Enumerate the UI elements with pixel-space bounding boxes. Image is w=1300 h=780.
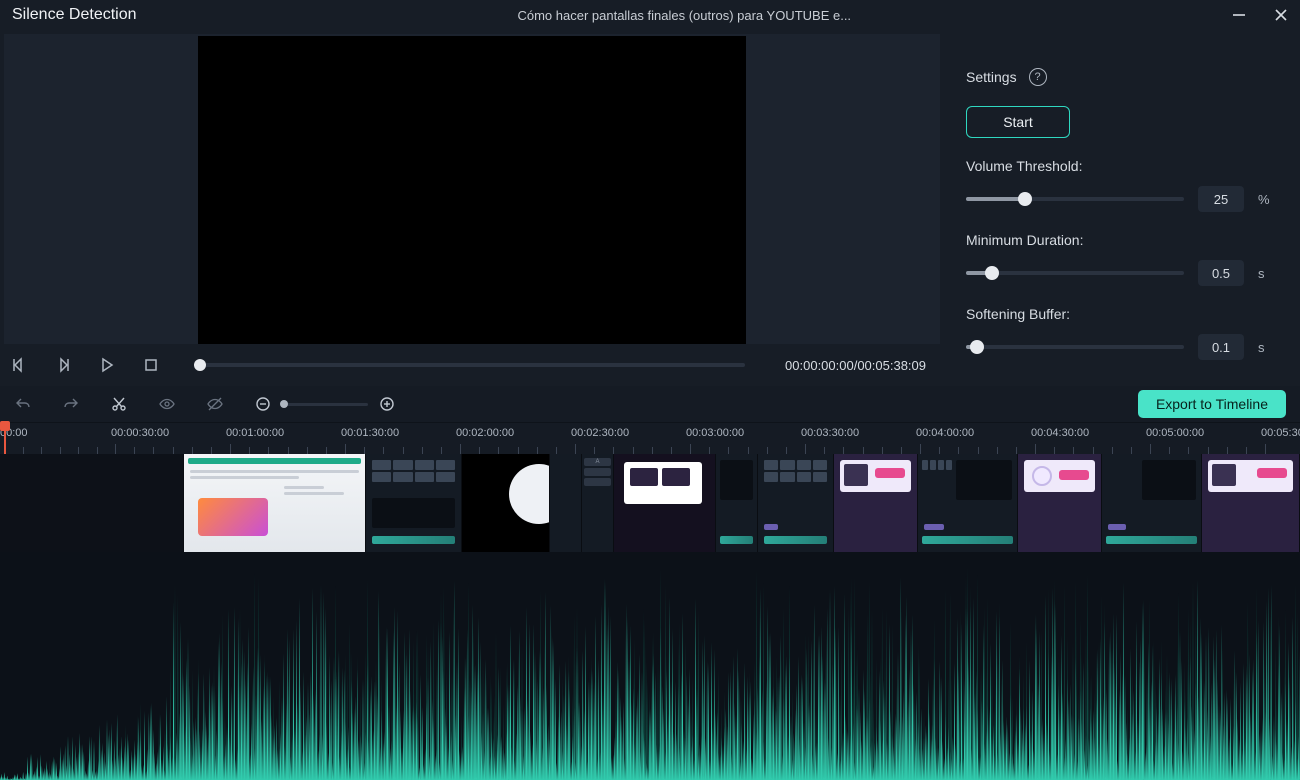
volume-threshold-slider[interactable]	[966, 197, 1184, 201]
undo-icon[interactable]	[14, 395, 32, 413]
playhead[interactable]	[4, 423, 6, 454]
audio-waveform[interactable]	[0, 552, 1300, 780]
settings-heading: Settings	[966, 69, 1017, 85]
ruler-label: 00:05:30:00	[1261, 427, 1300, 439]
ruler-label: 00:01:30:00	[341, 427, 399, 439]
clip-thumbnail[interactable]	[184, 454, 366, 552]
app-title: Silence Detection	[12, 6, 137, 24]
slider-thumb[interactable]	[1018, 192, 1032, 206]
hide-icon[interactable]	[206, 395, 224, 413]
minimum-duration-unit: s	[1258, 266, 1272, 281]
scrub-slider[interactable]	[200, 363, 745, 367]
minimize-button[interactable]	[1232, 8, 1246, 22]
clip-thumbnail[interactable]	[0, 454, 184, 552]
clip-thumbnail[interactable]: A	[582, 454, 614, 552]
clip-thumbnail[interactable]	[834, 454, 918, 552]
slider-thumb[interactable]	[985, 266, 999, 280]
help-icon[interactable]: ?	[1029, 68, 1047, 86]
zoom-thumb[interactable]	[280, 400, 288, 408]
start-button[interactable]: Start	[966, 106, 1070, 138]
play-button[interactable]	[98, 356, 116, 374]
minimum-duration-slider[interactable]	[966, 271, 1184, 275]
volume-threshold-label: Volume Threshold:	[966, 158, 1272, 174]
scrub-thumb[interactable]	[194, 359, 206, 371]
cut-icon[interactable]	[110, 395, 128, 413]
video-thumbnail-track[interactable]: A	[0, 454, 1300, 552]
visibility-icon[interactable]	[158, 395, 176, 413]
volume-threshold-unit: %	[1258, 192, 1272, 207]
clip-thumbnail[interactable]	[716, 454, 758, 552]
video-preview[interactable]	[198, 36, 746, 344]
ruler-label: 00:02:30:00	[571, 427, 629, 439]
minimum-duration-label: Minimum Duration:	[966, 232, 1272, 248]
clip-thumbnail[interactable]	[462, 454, 550, 552]
ruler-label: 00:00:30:00	[111, 427, 169, 439]
clip-thumbnail[interactable]	[1102, 454, 1202, 552]
clip-thumbnail[interactable]	[550, 454, 582, 552]
clip-thumbnail[interactable]	[614, 454, 716, 552]
volume-threshold-value[interactable]: 25	[1198, 186, 1244, 212]
softening-buffer-value[interactable]: 0.1	[1198, 334, 1244, 360]
minimum-duration-value[interactable]: 0.5	[1198, 260, 1244, 286]
clip-thumbnail[interactable]	[758, 454, 834, 552]
timeline-toolbar: Export to Timeline	[0, 386, 1300, 422]
softening-buffer-label: Softening Buffer:	[966, 306, 1272, 322]
slider-thumb[interactable]	[970, 340, 984, 354]
title-bar: Silence Detection Cómo hacer pantallas f…	[0, 0, 1300, 30]
project-title: Cómo hacer pantallas finales (outros) pa…	[137, 8, 1232, 23]
zoom-slider[interactable]	[282, 403, 368, 406]
redo-icon[interactable]	[62, 395, 80, 413]
clip-thumbnail[interactable]	[1202, 454, 1300, 552]
ruler-label: 00:02:00:00	[456, 427, 514, 439]
close-button[interactable]	[1274, 8, 1288, 22]
ruler-label: 00:03:30:00	[801, 427, 859, 439]
clip-thumbnail[interactable]	[918, 454, 1018, 552]
next-frame-button[interactable]	[54, 356, 72, 374]
ruler-label: 00:01:00:00	[226, 427, 284, 439]
ruler-label: 00:03:00:00	[686, 427, 744, 439]
softening-buffer-slider[interactable]	[966, 345, 1184, 349]
transport-controls: 00:00:00:00/00:05:38:09	[0, 344, 940, 386]
export-to-timeline-button[interactable]: Export to Timeline	[1138, 390, 1286, 418]
preview-stage	[4, 34, 940, 344]
ruler-label: 00:05:00:00	[1146, 427, 1204, 439]
prev-frame-button[interactable]	[10, 356, 28, 374]
stop-button[interactable]	[142, 356, 160, 374]
clip-thumbnail[interactable]	[1018, 454, 1102, 552]
zoom-out-icon[interactable]	[254, 395, 272, 413]
zoom-in-icon[interactable]	[378, 395, 396, 413]
ruler-label: 00:04:30:00	[1031, 427, 1089, 439]
softening-buffer-unit: s	[1258, 340, 1272, 355]
ruler-label: 00:04:00:00	[916, 427, 974, 439]
timecode-display: 00:00:00:00/00:05:38:09	[785, 358, 926, 373]
timeline-ruler[interactable]: 00:0000:00:30:0000:01:00:0000:01:30:0000…	[0, 422, 1300, 454]
clip-thumbnail[interactable]	[366, 454, 462, 552]
settings-panel: Settings ? Start Volume Threshold: 25 % …	[940, 30, 1300, 386]
